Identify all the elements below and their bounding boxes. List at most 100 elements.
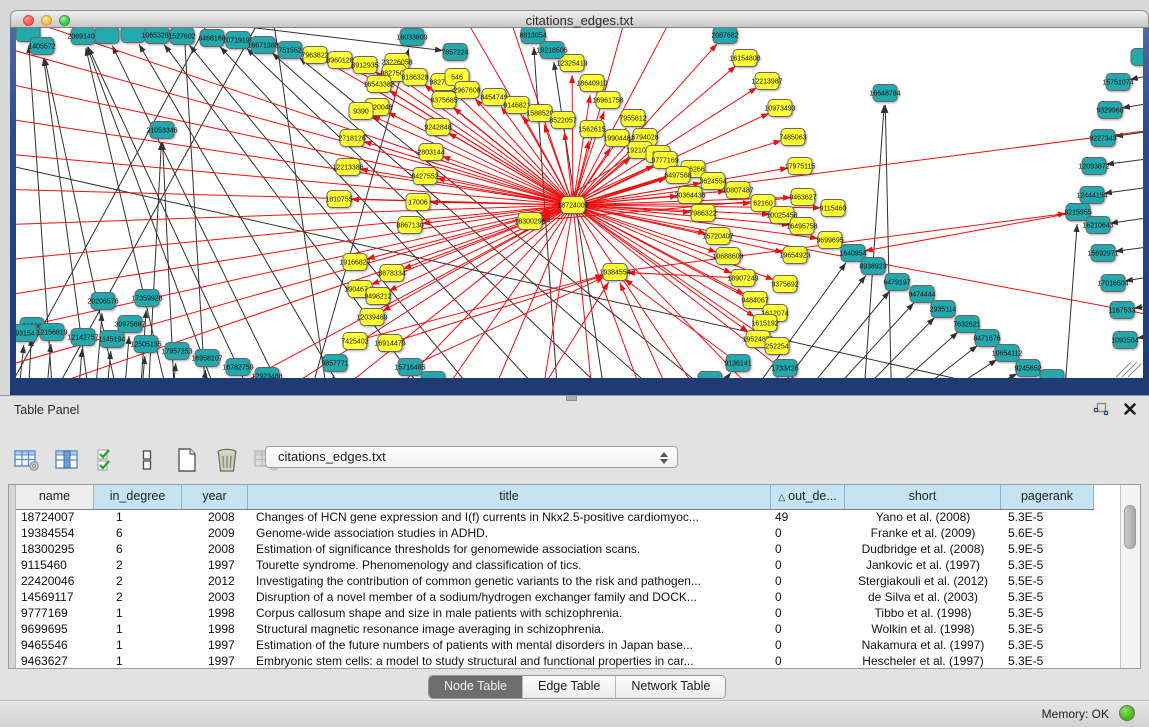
graph-edge[interactable] <box>869 345 978 378</box>
graph-edge[interactable] <box>736 377 778 378</box>
graph-edge[interactable] <box>1125 266 1143 281</box>
graph-node[interactable]: 7857224 <box>441 44 468 61</box>
graph-node[interactable]: 12093872 <box>1078 158 1109 175</box>
graph-node[interactable]: 16782759 <box>222 359 253 376</box>
graph-edge[interactable] <box>16 205 573 378</box>
column-header-year[interactable]: year <box>182 485 248 509</box>
graph-node[interactable]: 252254 <box>765 338 789 355</box>
graph-node[interactable]: 16495758 <box>786 218 817 235</box>
table-cell[interactable]: Tourette syndrome. Phenomenology and cla… <box>248 557 771 573</box>
select-rows-button[interactable] <box>94 447 120 473</box>
network-canvas[interactable]: 7963822896012889129352322605898275051654… <box>16 28 1143 378</box>
graph-node[interactable]: 17359928 <box>131 290 162 307</box>
graph-node[interactable] <box>95 28 119 44</box>
table-row[interactable]: 946362711997Embryonic stem cells: a mode… <box>16 653 1094 669</box>
graph-node[interactable]: 1733426 <box>771 360 798 377</box>
graph-node[interactable]: 12156819 <box>36 324 67 341</box>
graph-node[interactable]: 7955812 <box>619 110 646 127</box>
table-cell[interactable]: 0 <box>771 605 845 621</box>
table-row[interactable]: 946554611997Estimation of the future num… <box>16 637 1094 653</box>
graph-node[interactable]: 1562615 <box>578 121 605 138</box>
graph-node[interactable]: 8471676 <box>973 330 1000 347</box>
graph-edge[interactable] <box>860 105 884 378</box>
new-table-button[interactable] <box>174 447 200 473</box>
graph-node[interactable]: 8938923 <box>859 258 886 275</box>
table-cell[interactable]: 18724007 <box>16 509 94 525</box>
table-cell[interactable]: Estimation of the future numbers of pati… <box>248 637 771 653</box>
table-settings-button[interactable] <box>14 447 40 473</box>
table-cell[interactable]: Yano et al. (2008) <box>845 509 1001 525</box>
graph-node[interactable]: 7963822 <box>301 47 328 64</box>
graph-node[interactable]: 8867130 <box>396 217 423 234</box>
graph-node[interactable]: 1405572 <box>28 38 55 55</box>
table-cell[interactable]: Hescheler et al. (1997) <box>845 653 1001 669</box>
graph-node[interactable]: 9699695 <box>816 232 843 249</box>
table-cell[interactable]: 2012 <box>182 573 248 589</box>
graph-node[interactable]: 9375685 <box>430 92 457 109</box>
table-cell[interactable]: 0 <box>771 541 845 557</box>
graph-node[interactable]: 7425402 <box>341 333 368 350</box>
graph-node[interactable]: 17975115 <box>785 158 816 175</box>
table-cell[interactable]: 0 <box>771 621 845 637</box>
graph-edge[interactable] <box>16 185 573 205</box>
graph-node[interactable]: 9242848 <box>424 119 451 136</box>
graph-node[interactable]: 9227343 <box>1089 130 1116 147</box>
graph-node[interactable]: 12142757 <box>67 329 98 346</box>
graph-node[interactable]: 1092504 <box>1111 332 1138 349</box>
table-cell[interactable]: 1997 <box>182 557 248 573</box>
table-cell[interactable]: Corpus callosum shape and size in male p… <box>248 605 771 621</box>
graph-node[interactable]: 20691406 <box>67 28 98 45</box>
table-cell[interactable]: 9699695 <box>16 621 94 637</box>
graph-node[interactable]: 1527602 <box>168 28 195 45</box>
table-cell[interactable]: 1997 <box>182 637 248 653</box>
graph-edge[interactable] <box>442 156 573 205</box>
table-cell[interactable]: 2009 <box>182 525 248 541</box>
graph-edge[interactable] <box>355 275 603 341</box>
table-cell[interactable]: 9465546 <box>16 637 94 653</box>
table-cell[interactable]: 5.3E-5 <box>1001 509 1094 525</box>
graph-edge[interactable] <box>372 116 573 205</box>
graph-node[interactable]: 16914479 <box>374 335 405 352</box>
table-cell[interactable]: 1998 <box>182 605 248 621</box>
panel-splitter-handle[interactable] <box>566 396 577 401</box>
graph-edge[interactable] <box>865 212 1078 251</box>
tab-node-table[interactable]: Node Table <box>429 676 522 698</box>
column-header-in-degree[interactable]: in_degree <box>94 485 182 509</box>
graph-node[interactable] <box>698 372 722 379</box>
table-row[interactable]: 1938455462009Genome-wide association stu… <box>16 525 1094 541</box>
table-cell[interactable]: 1998 <box>182 621 248 637</box>
table-cell[interactable]: 0 <box>771 589 845 605</box>
table-cell[interactable]: 5.5E-5 <box>1001 573 1094 589</box>
tab-edge-table[interactable]: Edge Table <box>522 676 615 698</box>
table-cell[interactable]: 9777169 <box>16 605 94 621</box>
graph-node[interactable]: 8878334 <box>378 265 405 282</box>
graph-node[interactable]: 10973493 <box>764 100 795 117</box>
graph-node[interactable]: 1810755 <box>325 191 352 208</box>
table-cell[interactable]: Embryonic stem cells: a model to study s… <box>248 653 771 669</box>
graph-node[interactable]: 9115460 <box>820 200 847 217</box>
graph-node[interactable]: 10654112 <box>992 345 1023 362</box>
table-row[interactable]: 911546021997Tourette syndrome. Phenomeno… <box>16 557 1094 573</box>
graph-node[interactable]: 21053346 <box>146 122 177 139</box>
delete-rows-button[interactable] <box>214 447 240 473</box>
graph-edge[interactable] <box>885 105 893 378</box>
table-cell[interactable]: 5.3E-5 <box>1001 589 1094 605</box>
graph-node[interactable]: 1145194 <box>99 331 126 348</box>
table-cell[interactable]: 5.3E-5 <box>1001 637 1094 653</box>
graph-node[interactable]: 12213386 <box>332 159 363 176</box>
graph-node[interactable]: 8912935 <box>351 57 378 74</box>
graph-node[interactable]: 17957253 <box>161 343 192 360</box>
graph-node[interactable]: 9857771 <box>321 355 348 372</box>
graph-node[interactable]: 1990448 <box>603 130 630 147</box>
graph-edge[interactable] <box>573 205 783 252</box>
graph-node[interactable]: 93154 <box>16 325 37 342</box>
table-cell[interactable]: 19384554 <box>16 525 94 541</box>
graph-edge[interactable] <box>300 49 409 378</box>
graph-node[interactable]: 16033809 <box>396 29 427 46</box>
graph-node[interactable]: 6497568 <box>664 167 691 184</box>
graph-node[interactable]: 19654923 <box>779 247 810 264</box>
table-cell[interactable]: Changes of HCN gene expression and I(f) … <box>248 509 771 525</box>
table-cell[interactable]: 1 <box>94 509 182 525</box>
table-row[interactable]: 977716911998Corpus callosum shape and si… <box>16 605 1094 621</box>
column-header-out-de-[interactable]: △out_de... <box>771 485 845 509</box>
